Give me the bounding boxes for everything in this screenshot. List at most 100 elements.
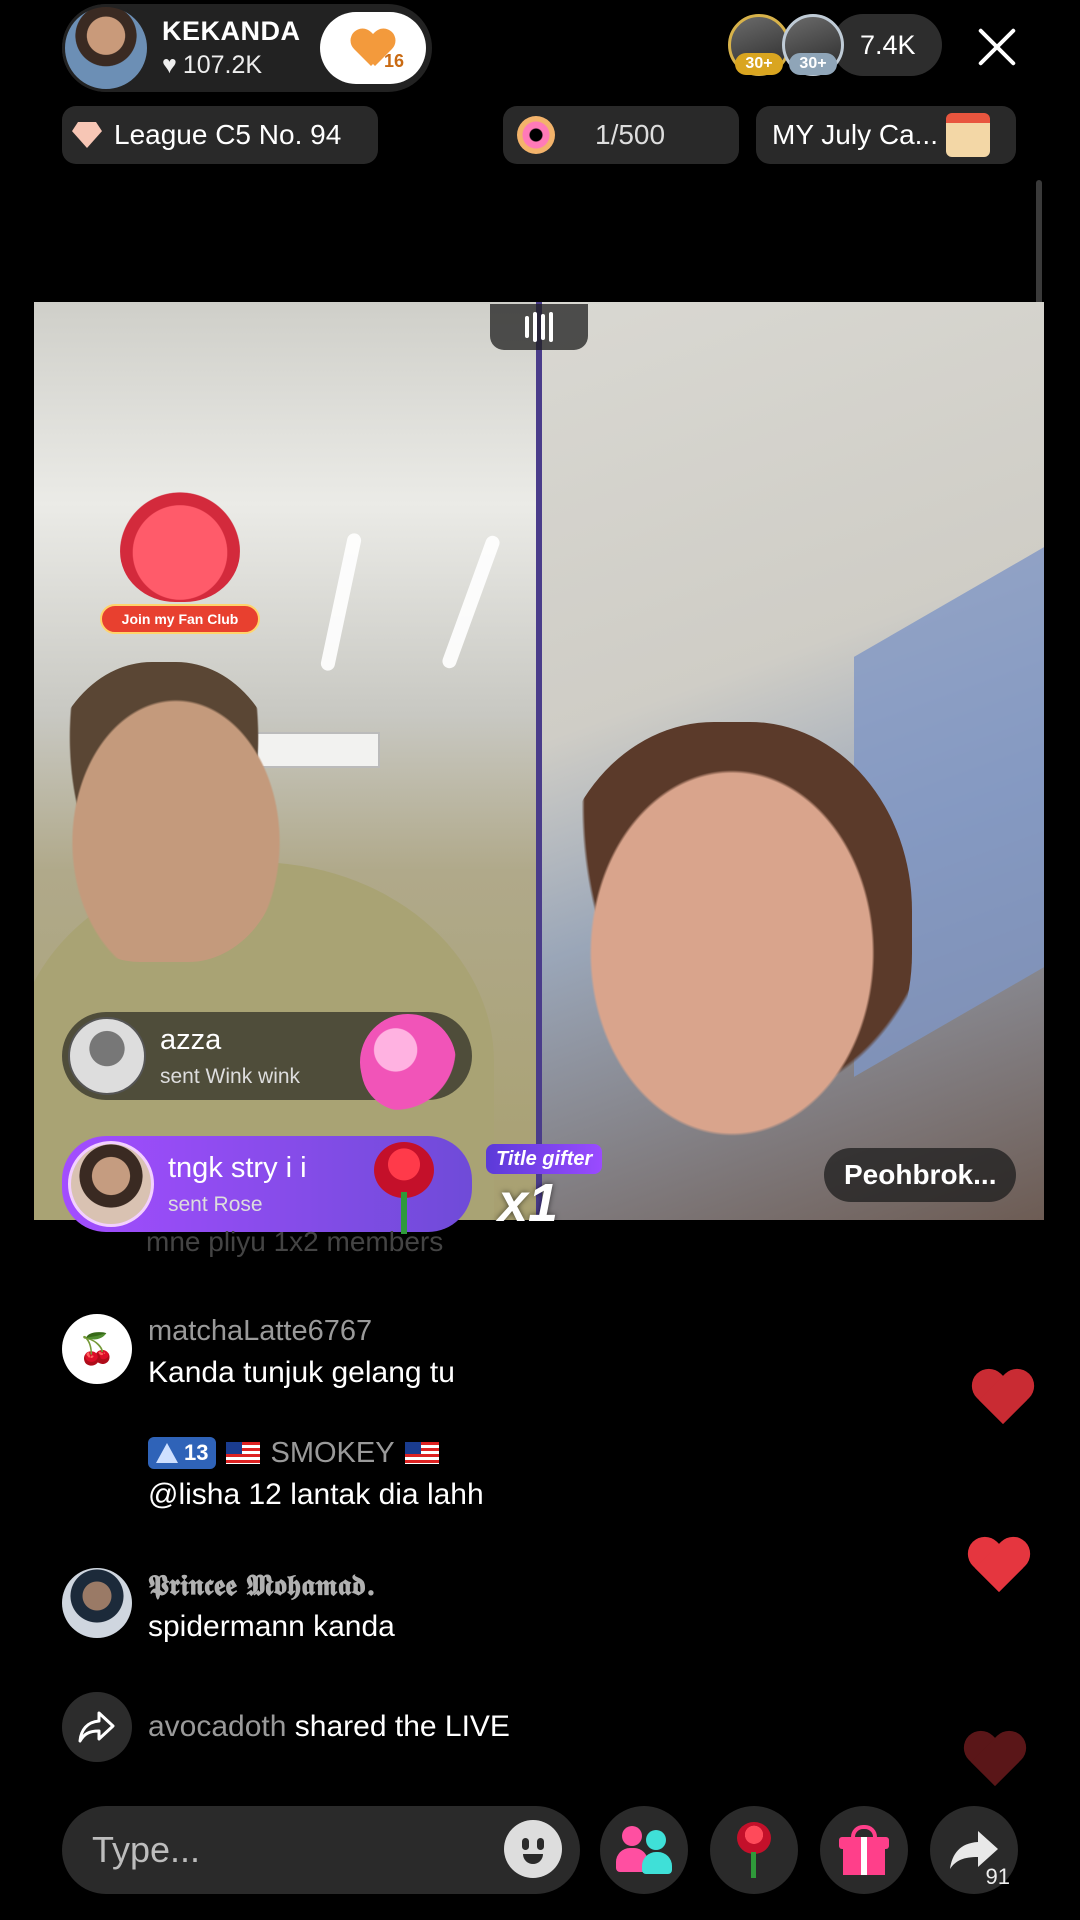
emoji-icon[interactable] (504, 1820, 562, 1878)
rose-stem (751, 1852, 756, 1878)
comment-input[interactable] (92, 1829, 472, 1871)
calendar-gift-icon (945, 113, 990, 157)
gift-icon (839, 1825, 889, 1875)
emoji-mouth (523, 1854, 543, 1864)
opponent-video[interactable] (542, 302, 1044, 1220)
gifter-name: tngk stry i i (168, 1151, 307, 1184)
chat-content: matchaLatte6767 Kanda tunjuk gelang tu (148, 1314, 455, 1390)
rose-head (737, 1822, 771, 1854)
opponent-face (552, 722, 912, 1142)
host-profile-pill[interactable]: KEKANDA ♥ 107.2K 16 (62, 4, 432, 92)
floating-heart-icon (966, 1538, 1032, 1596)
campaign-label: MY July Ca... (772, 119, 938, 150)
host-name: KEKANDA (162, 16, 301, 46)
audio-level-icon[interactable] (490, 304, 588, 350)
heart-mascot-icon (120, 492, 240, 602)
host-avatar[interactable] (62, 4, 150, 92)
league-label: League C5 No. 94 (114, 119, 342, 150)
guest-request-button[interactable] (600, 1806, 688, 1894)
chat-text: Kanda tunjuk gelang tu (148, 1356, 455, 1389)
chat-username[interactable]: 𝕻𝖗𝖎𝖓𝖈𝖊𝖊 𝕸𝖔𝖍𝖆𝖒𝖆𝖉. (148, 1568, 395, 1602)
gifter-avatar[interactable] (68, 1141, 154, 1227)
share-count: 91 (985, 1864, 1010, 1889)
fan-club-label: Join my Fan Club (100, 604, 260, 634)
heart-icon: ♥ (162, 51, 177, 79)
cherry-icon[interactable]: 🍒 (62, 1314, 132, 1384)
viewer-avatar[interactable]: 30+ (728, 14, 790, 76)
gifter-name: azza (160, 1023, 222, 1056)
chat-avatar[interactable] (62, 1568, 132, 1638)
comment-box[interactable] (62, 1806, 580, 1894)
chat-username[interactable]: matchaLatte6767 (148, 1314, 455, 1348)
chat-user-line[interactable]: 13 SMOKEY (148, 1436, 484, 1470)
malaysia-flag-icon (404, 1442, 439, 1464)
top-viewers[interactable]: 30+ 30+ 7.4K (728, 14, 942, 76)
chat-content: 𝕻𝖗𝖎𝖓𝖈𝖊𝖊 𝕸𝖔𝖍𝖆𝖒𝖆𝖉. spidermann kanda (148, 1568, 395, 1644)
chat-text: @lisha 12 lantak dia lahh (148, 1478, 484, 1511)
guest-body (642, 1852, 672, 1874)
chat-faded-message: mne pliyu 1x2 members (146, 1226, 444, 1257)
chat-message[interactable]: 🍒 matchaLatte6767 Kanda tunjuk gelang tu (62, 1314, 455, 1390)
rose-gift-button[interactable] (710, 1806, 798, 1894)
ceiling-light (319, 532, 363, 672)
triangle-icon (156, 1443, 178, 1463)
viewer-count[interactable]: 7.4K (832, 14, 942, 76)
follow-fanclub-button[interactable]: 16 (320, 12, 426, 84)
host-likes: ♥ 107.2K (162, 51, 301, 80)
share-button[interactable]: 91 (930, 1806, 1018, 1894)
chat-content: 13 SMOKEY @lisha 12 lantak dia lahh (148, 1436, 484, 1512)
share-action: shared the LIVE (294, 1710, 510, 1743)
gift-goal-chip[interactable]: 1/500 (503, 106, 739, 164)
host-likes-count: 107.2K (182, 51, 263, 79)
gift-button[interactable] (820, 1806, 908, 1894)
title-gifter-badge: Title gifter (486, 1144, 603, 1174)
rose-head (374, 1142, 434, 1198)
guest-head (646, 1830, 666, 1850)
host-info: KEKANDA ♥ 107.2K (162, 16, 301, 80)
guest-head (622, 1826, 642, 1846)
level-number: 13 (184, 1440, 209, 1465)
floating-heart-icon (962, 1732, 1028, 1790)
chat-message[interactable]: 13 SMOKEY @lisha 12 lantak dia lahh (62, 1436, 484, 1512)
host-head (44, 662, 284, 962)
league-chip[interactable]: League C5 No. 94 (62, 106, 378, 164)
chat-avatar-placeholder (62, 1436, 132, 1506)
rose-gift-icon (364, 1142, 444, 1234)
share-icon (62, 1692, 132, 1762)
rose-icon (729, 1822, 779, 1878)
audio-bar (533, 312, 537, 342)
gift-action: sent Wink wink (160, 1064, 301, 1088)
chat-username[interactable]: SMOKEY (270, 1437, 394, 1470)
campaign-chip[interactable]: MY July Ca... (756, 106, 1016, 164)
gifter-avatar[interactable] (68, 1017, 146, 1095)
gift-action: sent Rose (168, 1192, 263, 1216)
audio-bar (541, 314, 545, 340)
viewer-badge: 30+ (789, 53, 837, 75)
fan-club-sticker[interactable]: Join my Fan Club (90, 492, 270, 642)
guests-icon (616, 1826, 672, 1874)
viewer-badge: 30+ (735, 53, 783, 75)
share-text: avocadoth shared the LIVE (148, 1692, 510, 1762)
diamond-icon (72, 122, 102, 148)
gift-text: azza sent Wink wink (160, 1024, 300, 1089)
malaysia-flag-icon (226, 1442, 261, 1464)
gift-text: tngk stry i i sent Rose (168, 1152, 307, 1217)
viewer-avatar[interactable]: 30+ (782, 14, 844, 76)
share-username[interactable]: avocadoth (148, 1710, 286, 1743)
close-icon[interactable] (972, 22, 1022, 72)
donut-icon (517, 116, 555, 154)
audio-bar (525, 316, 529, 338)
audio-bar (549, 312, 553, 342)
floating-heart-icon (970, 1370, 1036, 1428)
ceiling-light (440, 533, 502, 671)
chat-text: spidermann kanda (148, 1610, 395, 1643)
gift-combo-count: x1 (498, 1173, 559, 1233)
goal-progress: 1/500 (595, 119, 666, 150)
live-video-battle[interactable]: Join my Fan Club azza sent Wink wink tng… (34, 302, 1044, 1234)
level-badge: 13 (148, 1437, 217, 1469)
gift-ribbon (861, 1837, 867, 1875)
chat-message[interactable]: 𝕻𝖗𝖎𝖓𝖈𝖊𝖊 𝕸𝖔𝖍𝖆𝖒𝖆𝖉. spidermann kanda (62, 1568, 395, 1644)
share-event[interactable]: avocadoth shared the LIVE (62, 1692, 510, 1762)
fanclub-level: 16 (383, 51, 404, 71)
opponent-name-tag[interactable]: Peohbrok... (824, 1148, 1017, 1202)
